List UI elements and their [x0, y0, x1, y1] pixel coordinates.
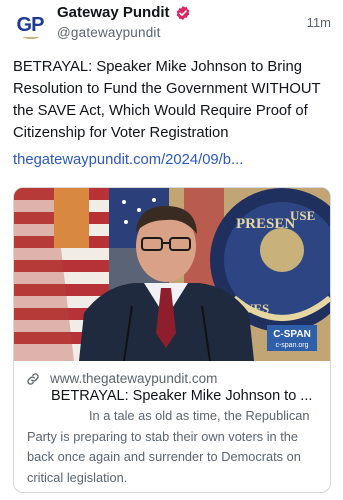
link-preview-card[interactable]: PRESEN USE VES C-SPAN c-span.org www.the…: [13, 187, 331, 493]
avatar-swoosh: [23, 35, 39, 39]
link-icon: [27, 372, 39, 385]
svg-text:USE: USE: [290, 208, 315, 223]
card-domain-row: www.thegatewaypundit.com: [26, 371, 217, 386]
author-name-row: Gateway Pundit: [57, 4, 191, 21]
card-domain: www.thegatewaypundit.com: [50, 371, 218, 386]
card-description: In a tale as old as time, the Republican…: [27, 408, 310, 485]
card-title[interactable]: BETRAYAL: Speaker Mike Johnson to ...: [51, 388, 326, 404]
cspan-watermark-bottom: c-span.org: [275, 342, 308, 349]
author-display-name[interactable]: Gateway Pundit: [57, 4, 170, 21]
cspan-watermark-top: C-SPAN: [273, 329, 311, 340]
avatar-logo-text: GP: [16, 13, 45, 36]
author-handle[interactable]: @gatewaypundit: [57, 25, 161, 40]
card-image-press-conference[interactable]: PRESEN USE VES C-SPAN c-span.org: [14, 188, 331, 361]
svg-text:PRESEN: PRESEN: [236, 216, 295, 232]
post-link[interactable]: thegatewaypundit.com/2024/09/b...: [13, 152, 243, 168]
avatar[interactable]: GP: [13, 8, 47, 42]
social-post[interactable]: GP Gateway Pundit @gatewaypundit 11m BET…: [0, 0, 343, 500]
post-body-text: BETRAYAL: Speaker Mike Johnson to Bring …: [13, 59, 321, 141]
verified-badge-icon: [176, 5, 189, 20]
post-timestamp[interactable]: 11m: [307, 15, 331, 30]
